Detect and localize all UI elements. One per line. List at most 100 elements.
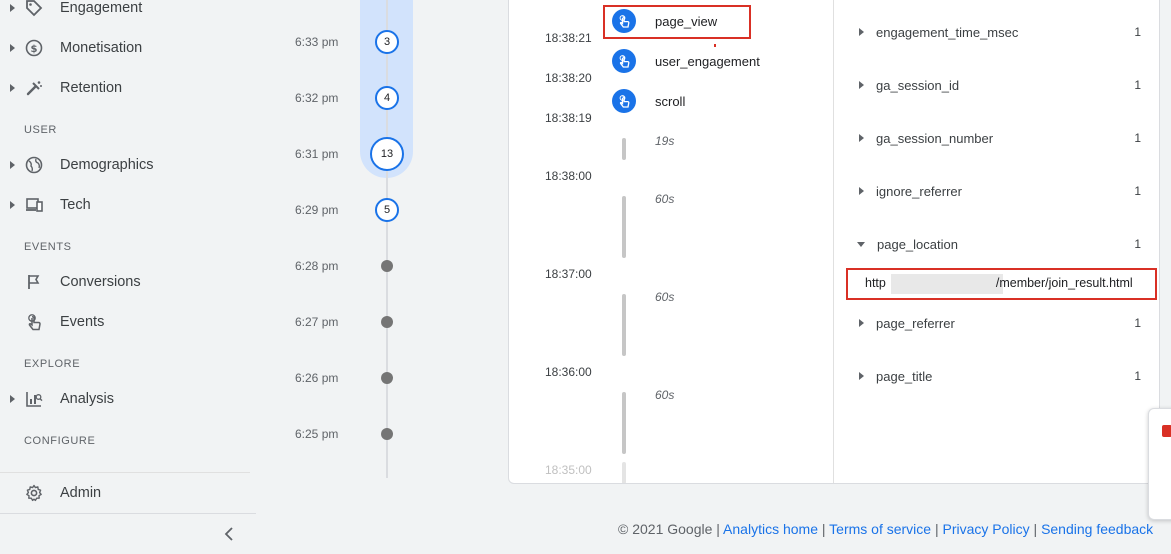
minute-dot[interactable] <box>381 428 393 440</box>
copyright: © 2021 Google <box>618 521 713 537</box>
sidebar-item-conversions[interactable]: Conversions <box>0 265 256 299</box>
minute-label: 6:25 pm <box>295 427 339 441</box>
event-gap-track <box>622 138 626 160</box>
privacy-policy-link[interactable]: Privacy Policy <box>943 521 1030 537</box>
floating-help-card[interactable] <box>1148 408 1171 520</box>
event-gap-track <box>622 462 626 483</box>
expand-triangle-icon <box>859 81 864 89</box>
section-header-explore: EXPLORE <box>24 358 81 370</box>
minute-dot[interactable] <box>381 316 393 328</box>
alert-icon <box>1162 425 1171 437</box>
tag-icon <box>24 0 44 18</box>
param-row-expanded[interactable]: page_location 1 <box>857 232 1147 256</box>
section-header-configure: CONFIGURE <box>24 435 96 447</box>
panel-divider <box>833 0 834 483</box>
sidebar-item-label: Conversions <box>60 274 141 290</box>
minute-count-circle-selected[interactable]: 13 <box>370 137 404 171</box>
event-name-user-engagement[interactable]: user_engagement <box>655 54 760 69</box>
chevron-right-icon <box>10 44 15 52</box>
expand-triangle-icon <box>859 28 864 36</box>
highlight-box-page-view <box>603 5 751 39</box>
event-details-card: 18:38:21 18:38:20 18:38:19 18:38:00 18:3… <box>508 0 1160 484</box>
sidebar-item-label: Admin <box>60 485 102 501</box>
event-timestamp: 18:38:19 <box>545 111 592 125</box>
param-name: ga_session_id <box>876 77 960 93</box>
param-row[interactable]: ignore_referrer 1 <box>857 179 1147 203</box>
param-row[interactable]: ga_session_id 1 <box>857 73 1147 97</box>
analytics-home-link[interactable]: Analytics home <box>723 521 818 537</box>
section-header-events: EVENTS <box>24 241 72 253</box>
sidebar-bottom-divider <box>0 513 256 514</box>
minute-label: 6:33 pm <box>295 35 339 49</box>
chevron-right-icon <box>10 161 15 169</box>
sending-feedback-link[interactable]: Sending feedback <box>1041 521 1153 537</box>
sidebar-item-monetisation[interactable]: $ Monetisation <box>0 31 256 65</box>
minute-dot[interactable] <box>381 372 393 384</box>
expand-triangle-icon <box>859 187 864 195</box>
expand-triangle-icon <box>859 134 864 142</box>
param-count: 1 <box>1134 316 1141 330</box>
param-row[interactable]: ga_session_number 1 <box>857 126 1147 150</box>
footer: © 2021 Google | Analytics home | Terms o… <box>618 521 1154 537</box>
param-row[interactable]: page_title 1 <box>857 364 1147 388</box>
minute-label: 6:29 pm <box>295 203 339 217</box>
sidebar-item-label: Demographics <box>60 157 154 173</box>
sidebar-item-tech[interactable]: Tech <box>0 188 256 222</box>
event-gap-label: 60s <box>655 192 675 206</box>
devices-icon <box>24 195 44 215</box>
sidebar-item-label: Analysis <box>60 391 114 407</box>
gear-icon <box>24 483 44 503</box>
param-name: ignore_referrer <box>876 183 962 199</box>
param-row[interactable]: engagement_time_msec 1 <box>857 20 1147 44</box>
expand-triangle-icon <box>859 372 864 380</box>
terms-of-service-link[interactable]: Terms of service <box>829 521 931 537</box>
chevron-right-icon <box>10 4 15 12</box>
sidebar-item-admin[interactable]: Admin <box>0 476 256 510</box>
event-gap-track <box>622 392 626 454</box>
sidebar-item-engagement[interactable]: Engagement <box>0 0 256 25</box>
minute-label: 6:26 pm <box>295 371 339 385</box>
expand-triangle-icon <box>859 319 864 327</box>
minute-track <box>386 0 388 478</box>
param-count: 1 <box>1134 25 1141 39</box>
annotation-mark <box>714 44 716 47</box>
minute-dot[interactable] <box>381 260 393 272</box>
sidebar-item-retention[interactable]: Retention <box>0 71 256 105</box>
event-timestamp: 18:36:00 <box>545 365 592 379</box>
sidebar: Engagement $ Monetisation Retention USER… <box>0 0 256 554</box>
event-timestamp: 18:38:00 <box>545 169 592 183</box>
retention-icon <box>24 78 44 98</box>
sidebar-item-analysis[interactable]: Analysis <box>0 382 256 416</box>
minute-label: 6:31 pm <box>295 147 339 161</box>
section-header-user: USER <box>24 124 57 136</box>
sidebar-item-demographics[interactable]: Demographics <box>0 148 256 182</box>
event-name-scroll[interactable]: scroll <box>655 94 685 109</box>
param-name: page_referrer <box>876 315 955 331</box>
sidebar-item-label: Events <box>60 314 105 330</box>
touch-icon[interactable] <box>612 89 636 113</box>
param-count: 1 <box>1134 131 1141 145</box>
param-name: page_title <box>876 368 933 384</box>
sidebar-item-label: Monetisation <box>60 40 143 56</box>
param-count: 1 <box>1134 78 1141 92</box>
event-gap-label: 60s <box>655 290 675 304</box>
highlight-box-page-location <box>846 268 1157 300</box>
minute-label: 6:28 pm <box>295 259 339 273</box>
globe-icon <box>24 155 44 175</box>
sidebar-item-events[interactable]: Events <box>0 305 256 339</box>
param-name: page_location <box>877 236 958 252</box>
minute-count-circle[interactable]: 3 <box>375 30 399 54</box>
param-count: 1 <box>1134 237 1141 251</box>
touch-icon[interactable] <box>612 49 636 73</box>
param-count: 1 <box>1134 369 1141 383</box>
minute-count-circle[interactable]: 5 <box>375 198 399 222</box>
dollar-icon: $ <box>24 38 44 58</box>
sidebar-item-label: Retention <box>60 80 123 96</box>
minute-count-circle[interactable]: 4 <box>375 86 399 110</box>
collapse-triangle-icon <box>857 241 865 247</box>
collapse-sidebar-button[interactable] <box>218 525 240 547</box>
flag-icon <box>24 272 44 292</box>
event-timestamp: 18:38:20 <box>545 71 592 85</box>
param-row[interactable]: page_referrer 1 <box>857 311 1147 335</box>
param-name: engagement_time_msec <box>876 24 1019 40</box>
